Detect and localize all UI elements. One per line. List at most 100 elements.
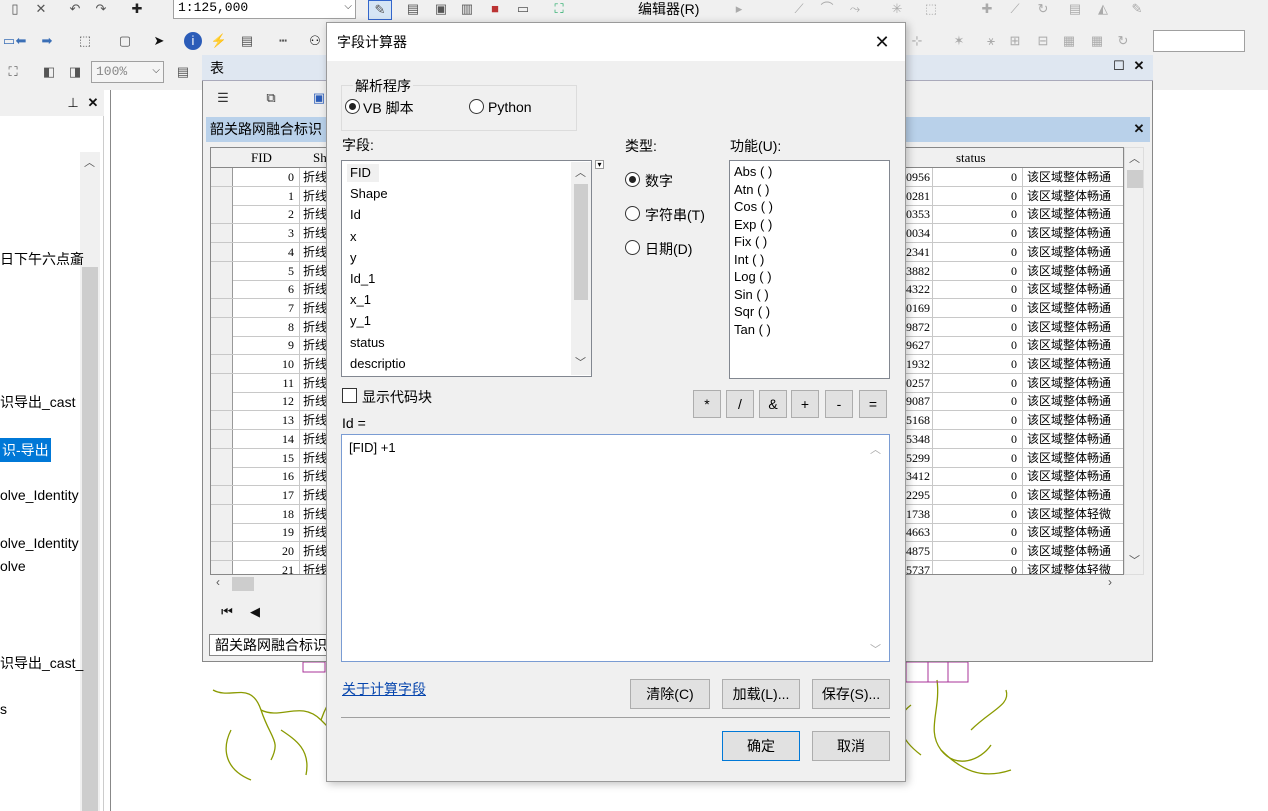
- maximize-icon[interactable]: ☐: [1110, 57, 1128, 75]
- table-row[interactable]: 9 折线: [211, 336, 327, 356]
- table-row[interactable]: 0034 0 该区域整体畅通: [904, 224, 1123, 244]
- sketch-properties-icon[interactable]: ◭: [1094, 0, 1112, 18]
- table-row[interactable]: 3 折线: [211, 224, 327, 244]
- function-list-item[interactable]: Cos ( ): [734, 199, 773, 214]
- toc-item[interactable]: olve_Identity: [0, 535, 79, 551]
- operator-button[interactable]: /: [726, 390, 754, 418]
- full-extent-icon[interactable]: ⛶: [4, 63, 22, 81]
- table-row[interactable]: 4875 0 该区域整体畅通: [904, 542, 1123, 561]
- delete-icon[interactable]: ✕: [32, 0, 50, 18]
- row-selector[interactable]: [211, 485, 233, 504]
- scale-combobox[interactable]: 1:125,000 ⌵: [173, 0, 356, 19]
- function-list-item[interactable]: Abs ( ): [734, 164, 772, 179]
- table-row[interactable]: 8 折线: [211, 317, 327, 337]
- editor-menu[interactable]: 编辑器(R): [638, 0, 699, 18]
- first-record-icon[interactable]: ⏮: [218, 603, 236, 621]
- tool-input[interactable]: [1153, 30, 1245, 52]
- table-row[interactable]: 4322 0 该区域整体畅通: [904, 280, 1123, 300]
- table-row[interactable]: 0956 0 该区域整体畅通: [904, 168, 1123, 187]
- fields-menu-arrow[interactable]: ▾: [595, 160, 604, 169]
- find-icon[interactable]: ▤: [238, 32, 256, 50]
- binoculars-icon[interactable]: ⚇: [306, 32, 324, 50]
- clear-selection-icon[interactable]: ▢: [116, 32, 134, 50]
- table-row[interactable]: 19 折线: [211, 523, 327, 543]
- row-selector[interactable]: [211, 242, 233, 261]
- table-row[interactable]: 17 折线: [211, 485, 327, 505]
- table-row[interactable]: 10 折线: [211, 355, 327, 374]
- row-selector[interactable]: [211, 504, 233, 523]
- page-layout-icon[interactable]: ▤: [174, 63, 192, 81]
- toc-item[interactable]: 识导出_cast_: [0, 653, 83, 673]
- row-selector[interactable]: [211, 542, 233, 560]
- close-icon[interactable]: ✕: [84, 94, 102, 112]
- cut-polygon-icon[interactable]: ✚: [978, 0, 996, 18]
- sketch-tools-icon[interactable]: ▸: [730, 0, 748, 18]
- row-selector[interactable]: [211, 168, 233, 186]
- table-row[interactable]: 9087 0 该区域整体畅通: [904, 392, 1123, 412]
- column-header-fid[interactable]: FID: [251, 150, 272, 166]
- identify-icon[interactable]: i: [184, 32, 202, 50]
- close-icon[interactable]: ✕: [1130, 57, 1148, 75]
- table-options-icon[interactable]: ☰: [214, 89, 232, 107]
- row-selector[interactable]: [211, 560, 233, 574]
- table-row[interactable]: 15 折线: [211, 448, 327, 468]
- table-row[interactable]: 18 折线: [211, 504, 327, 524]
- add-data-icon[interactable]: ✚: [128, 0, 146, 18]
- type-string-radio[interactable]: [625, 206, 640, 221]
- toc-item[interactable]: s: [0, 701, 7, 717]
- operator-button[interactable]: *: [693, 390, 721, 418]
- validate-icon[interactable]: ⊞: [1006, 32, 1024, 50]
- table-row[interactable]: 0 折线: [211, 168, 327, 187]
- network-icon[interactable]: ⚹: [982, 32, 1000, 50]
- table-icon[interactable]: ▤: [404, 0, 422, 18]
- fix-icon[interactable]: ⊟: [1034, 32, 1052, 50]
- clear-button[interactable]: 清除(C): [630, 679, 710, 709]
- table-row[interactable]: 5737 0 该区域整体轻微: [904, 560, 1123, 574]
- grid-vertical-scrollbar[interactable]: ︿ ﹀: [1124, 147, 1144, 575]
- table-row[interactable]: 2 折线: [211, 205, 327, 225]
- show-codeblock-label[interactable]: 显示代码块: [362, 387, 432, 407]
- table-row[interactable]: 2341 0 该区域整体畅通: [904, 242, 1123, 262]
- grid-icon[interactable]: ▦: [1088, 32, 1106, 50]
- snapping-icon[interactable]: ⊹: [908, 32, 926, 50]
- zoom-out-fixed-icon[interactable]: ◨: [66, 63, 84, 81]
- row-selector[interactable]: [211, 429, 233, 448]
- row-selector[interactable]: [211, 467, 233, 486]
- topology-icon[interactable]: ✶: [950, 32, 968, 50]
- field-list-item[interactable]: Id: [350, 207, 361, 222]
- function-list-item[interactable]: Fix ( ): [734, 234, 767, 249]
- close-icon[interactable]: ✕: [873, 33, 891, 51]
- table-row[interactable]: 20 折线: [211, 542, 327, 561]
- type-date-radio[interactable]: [625, 240, 640, 255]
- split-icon[interactable]: ⟋: [1006, 0, 1024, 18]
- catalog-icon[interactable]: ▣: [432, 0, 450, 18]
- type-number-radio[interactable]: [625, 172, 640, 187]
- forward-arrow-icon[interactable]: ➡: [38, 32, 56, 50]
- select-features-icon[interactable]: ⬚: [76, 32, 94, 50]
- undo-icon[interactable]: ↶: [66, 0, 84, 18]
- close-icon[interactable]: ✕: [1130, 120, 1148, 138]
- table-row[interactable]: 12 折线: [211, 392, 327, 412]
- select-elements-icon[interactable]: ➤: [150, 32, 168, 50]
- row-selector[interactable]: [211, 411, 233, 430]
- redo-icon[interactable]: ↷: [92, 0, 110, 18]
- row-selector[interactable]: [211, 298, 233, 317]
- function-list-item[interactable]: Sqr ( ): [734, 304, 770, 319]
- row-selector[interactable]: [211, 336, 233, 355]
- table-row[interactable]: 11 折线: [211, 373, 327, 393]
- table-row[interactable]: 7 折线: [211, 298, 327, 318]
- field-list-item[interactable]: descriptio: [350, 356, 406, 371]
- table-row[interactable]: 5299 0 该区域整体畅通: [904, 448, 1123, 468]
- field-list-item[interactable]: status: [350, 335, 385, 350]
- row-selector[interactable]: [211, 355, 233, 373]
- python-window-icon[interactable]: ▭: [514, 0, 532, 18]
- measure-icon[interactable]: ┅: [274, 32, 292, 50]
- function-list-item[interactable]: Tan ( ): [734, 322, 771, 337]
- field-list-item[interactable]: Id_1: [350, 271, 375, 286]
- table-bottom-tab[interactable]: 韶关路网融合标识: [209, 634, 329, 656]
- operator-button[interactable]: &: [759, 390, 787, 418]
- edit-vertices-icon[interactable]: ✳: [888, 0, 906, 18]
- toc-item[interactable]: 日下午六点齑: [0, 249, 84, 269]
- fields-scrollbar[interactable]: ︿ ﹀: [571, 162, 591, 375]
- zoom-in-fixed-icon[interactable]: ◧: [40, 63, 58, 81]
